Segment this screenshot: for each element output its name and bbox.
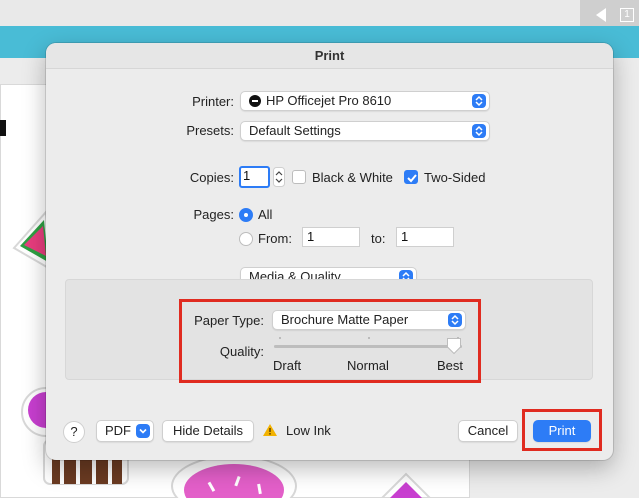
printer-select[interactable]: HP Officejet Pro 8610 bbox=[240, 91, 490, 111]
triangle-sticker-icon bbox=[380, 472, 432, 498]
help-button[interactable]: ? bbox=[63, 421, 85, 443]
select-arrows-icon bbox=[472, 124, 486, 138]
pdf-label: PDF bbox=[105, 423, 131, 438]
highlight-box-media-settings bbox=[179, 299, 481, 383]
presets-value: Default Settings bbox=[249, 123, 341, 138]
low-ink-label: Low Ink bbox=[286, 423, 331, 438]
checkmark-icon bbox=[407, 174, 417, 183]
pages-label: Pages: bbox=[193, 207, 234, 222]
printer-label: Printer: bbox=[192, 94, 234, 109]
two-sided-label: Two-Sided bbox=[424, 170, 486, 185]
highlight-box-print-button bbox=[522, 409, 602, 451]
dialog-title: Print bbox=[46, 43, 613, 69]
copies-stepper[interactable] bbox=[273, 167, 285, 187]
two-sided-checkbox[interactable] bbox=[404, 170, 418, 184]
donut-sticker-icon bbox=[171, 455, 297, 498]
black-white-checkbox[interactable] bbox=[292, 170, 306, 184]
print-dialog: Print Printer: HP Officejet Pro 8610 Pre… bbox=[46, 43, 613, 460]
black-white-label: Black & White bbox=[312, 170, 393, 185]
pages-to-label: to: bbox=[371, 231, 386, 246]
pages-from-input[interactable]: 1 bbox=[302, 227, 360, 247]
copies-label: Copies: bbox=[189, 170, 234, 185]
pdf-menu-button[interactable]: PDF bbox=[96, 420, 154, 442]
pages-all-radio[interactable] bbox=[239, 208, 253, 222]
hide-details-button[interactable]: Hide Details bbox=[162, 420, 254, 442]
pages-range-radio[interactable] bbox=[239, 232, 253, 246]
cancel-button[interactable]: Cancel bbox=[458, 420, 518, 442]
warning-icon bbox=[263, 424, 277, 436]
pages-all-label: All bbox=[258, 207, 273, 222]
presets-label: Presets: bbox=[186, 123, 234, 138]
pages-from-label: From: bbox=[258, 231, 292, 246]
presets-select[interactable]: Default Settings bbox=[240, 121, 490, 141]
pages-to-input[interactable]: 1 bbox=[396, 227, 454, 247]
printer-value: HP Officejet Pro 8610 bbox=[266, 93, 392, 108]
copies-input[interactable]: 1 bbox=[239, 166, 270, 188]
chevron-down-icon bbox=[136, 424, 150, 438]
printer-icon bbox=[249, 95, 261, 107]
select-arrows-icon bbox=[472, 94, 486, 108]
